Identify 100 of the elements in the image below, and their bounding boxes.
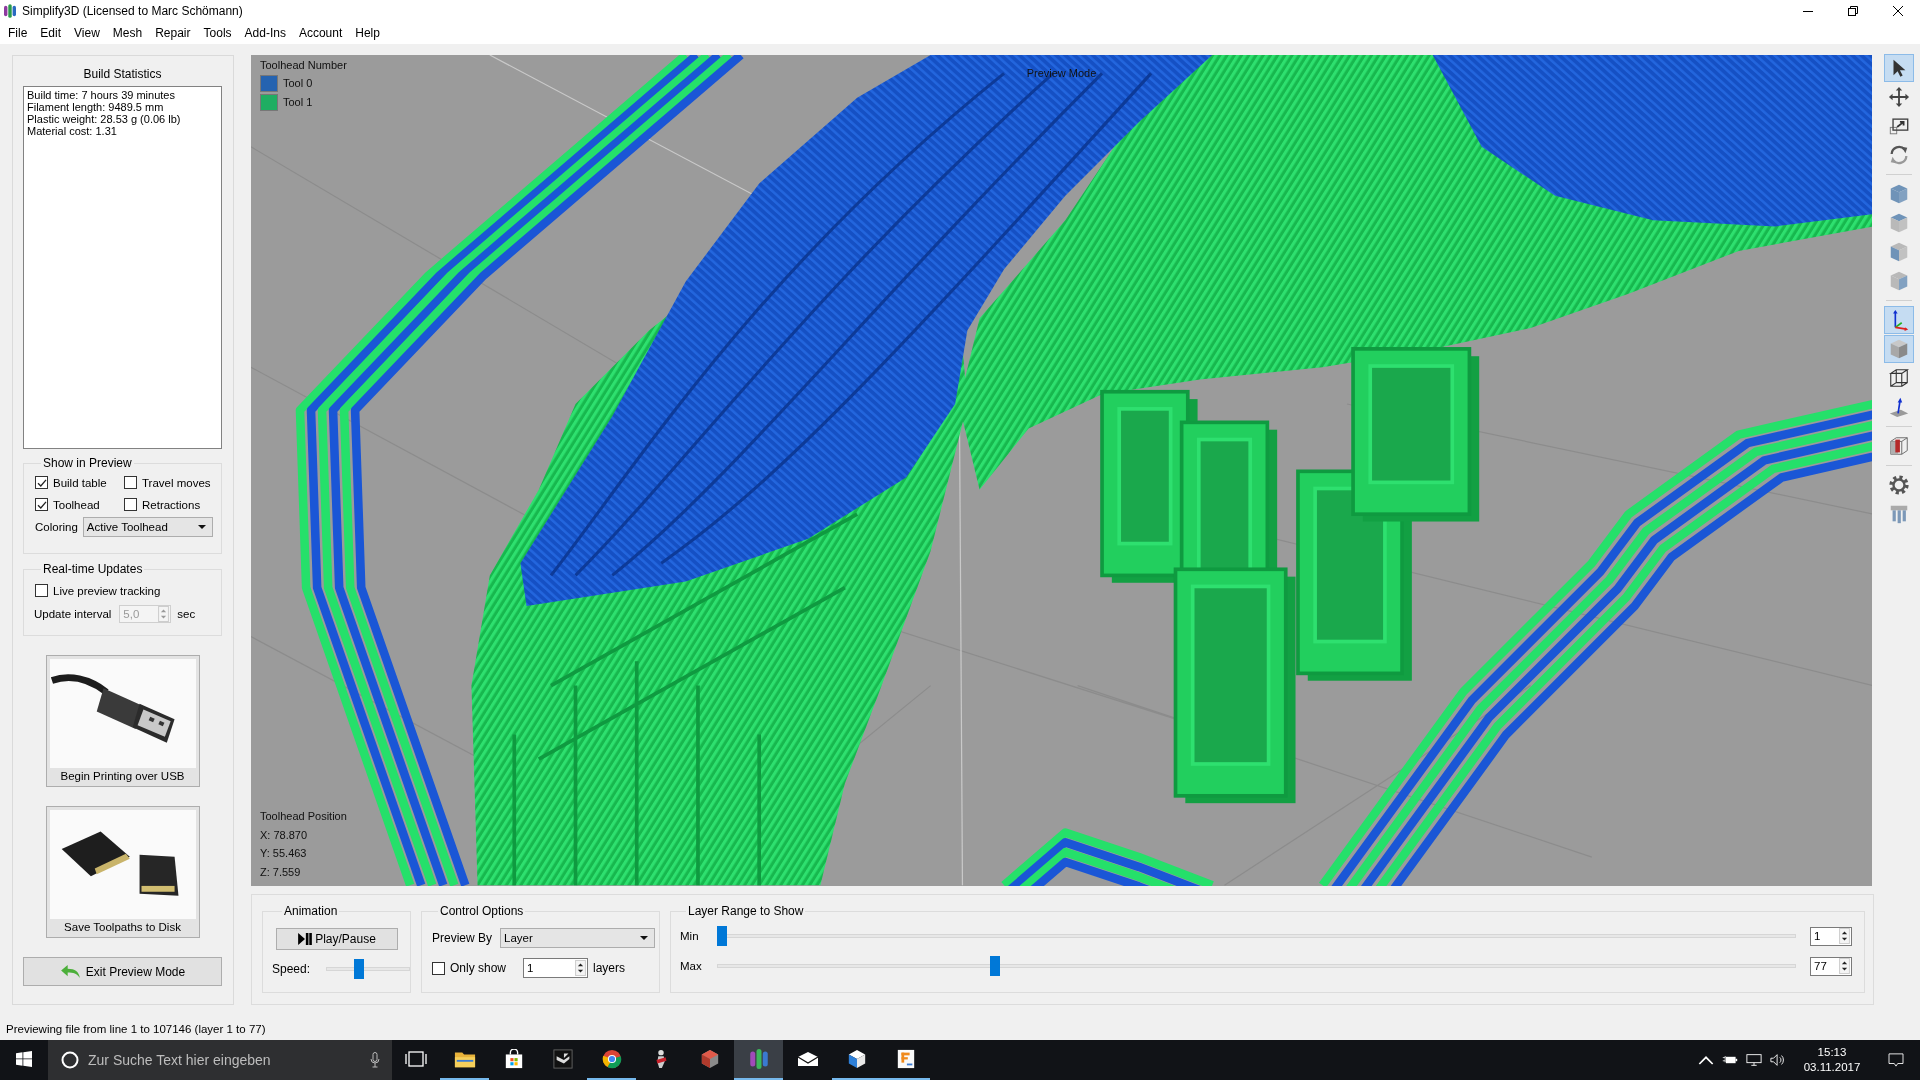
checkbox-label: Live preview tracking bbox=[53, 584, 161, 597]
slider-thumb[interactable] bbox=[354, 959, 365, 979]
menu-item[interactable]: Tools bbox=[196, 24, 238, 42]
scale-icon bbox=[1888, 115, 1910, 137]
group-title: Control Options bbox=[439, 904, 525, 918]
view-cube-icon bbox=[1888, 270, 1910, 292]
slider-label: Min bbox=[680, 930, 700, 942]
app-logo-icon bbox=[4, 4, 16, 18]
caret-icon bbox=[197, 525, 206, 529]
slider-thumb[interactable] bbox=[989, 956, 1000, 976]
coloring-dropdown[interactable]: Active Toolhead bbox=[82, 517, 213, 537]
rotate-icon bbox=[1888, 144, 1910, 166]
coordinate-readout: Y: 55.463 bbox=[260, 846, 308, 861]
envelope-icon bbox=[796, 1049, 819, 1069]
status-text: Previewing file from line 1 to 107146 (layer 1 to 77) bbox=[6, 1023, 266, 1035]
checkbox[interactable] bbox=[432, 961, 445, 975]
spin-arrows-icon bbox=[1839, 958, 1850, 974]
checkbox[interactable] bbox=[35, 476, 48, 489]
menu-item[interactable]: Help bbox=[348, 24, 386, 42]
view-cube-icon bbox=[1888, 241, 1910, 263]
clock[interactable]: 15:13 03.11.2017 bbox=[1802, 1045, 1862, 1075]
position-title: Toolhead Position bbox=[260, 809, 347, 824]
checkbox-label: Retractions bbox=[142, 498, 201, 511]
spin-arrows-icon bbox=[158, 606, 170, 622]
network-icon[interactable] bbox=[1746, 1053, 1762, 1067]
menu-item[interactable]: View bbox=[67, 24, 106, 42]
panel-title: Build Statistics bbox=[82, 67, 163, 81]
checkbox[interactable] bbox=[35, 498, 48, 511]
group-title: Animation bbox=[283, 904, 339, 918]
circle-logo-icon bbox=[600, 1049, 623, 1069]
tool-tile-icon bbox=[551, 1049, 574, 1069]
statistic-line: Material cost: 1.31 bbox=[27, 125, 118, 137]
toolbar-button[interactable] bbox=[1884, 54, 1914, 82]
statistic-line: Filament length: 9489.5 mm bbox=[27, 101, 165, 113]
layer-spinbox[interactable]: 1 bbox=[1810, 926, 1852, 946]
viewport[interactable]: Toolhead Number Tool 0 Tool 1 Preview Mode Toolhead Position X: 78.870 Y: 55.463 Z: 7.559 bbox=[251, 55, 1872, 886]
statistic-line: Plastic weight: 28.53 g (0.06 lb) bbox=[27, 113, 182, 125]
interval-label: Update interval bbox=[34, 608, 112, 620]
menu-item[interactable]: File bbox=[1, 24, 34, 42]
normal-arrow-icon bbox=[1888, 396, 1910, 418]
checkbox-label: Toolhead bbox=[53, 498, 100, 511]
support-pillars-icon bbox=[1888, 503, 1910, 525]
checkmark-icon bbox=[36, 477, 47, 488]
preview-by-label: Preview By bbox=[432, 931, 493, 945]
coloring-label: Coloring bbox=[35, 521, 78, 533]
speed-slider[interactable] bbox=[326, 959, 410, 979]
menu-item[interactable]: Mesh bbox=[105, 24, 149, 42]
legend-label: Tool 0 bbox=[283, 76, 313, 91]
menu-item[interactable]: Account bbox=[291, 24, 349, 42]
menu-item[interactable]: Edit bbox=[33, 24, 68, 42]
restore-icon bbox=[1847, 6, 1858, 16]
spin-arrows-icon bbox=[575, 960, 587, 976]
app-logo-icon bbox=[747, 1049, 770, 1069]
search-icon bbox=[61, 1051, 79, 1069]
windows-logo-icon bbox=[16, 1051, 32, 1067]
window-title: Simplify3D (Licensed to Marc Schömann) bbox=[22, 4, 243, 18]
slider-label: Max bbox=[680, 960, 703, 972]
speed-label: Speed: bbox=[272, 962, 311, 976]
print-over-usb-button[interactable]: Begin Printing over USB bbox=[45, 655, 200, 787]
spin-arrows-icon bbox=[1839, 928, 1850, 944]
checkbox[interactable] bbox=[124, 476, 137, 489]
caret-icon bbox=[640, 936, 649, 940]
layer-slider[interactable] bbox=[717, 926, 1796, 946]
menu-item[interactable]: Add-Ins bbox=[237, 24, 292, 42]
play-pause-button[interactable]: Play/Pause bbox=[276, 928, 398, 950]
layer-spinbox[interactable]: 77 bbox=[1810, 956, 1852, 976]
notifications-icon[interactable] bbox=[1888, 1053, 1904, 1067]
view-cube-icon bbox=[1888, 212, 1910, 234]
legend-label: Tool 1 bbox=[283, 95, 313, 110]
microphone-icon bbox=[370, 1052, 380, 1068]
legend-title: Toolhead Number bbox=[260, 58, 347, 73]
menu-item[interactable]: Repair bbox=[148, 24, 197, 42]
layer-slider[interactable] bbox=[717, 956, 1796, 976]
wireframe-cube-icon bbox=[1888, 367, 1910, 389]
search-field[interactable]: Zur Suche Text hier eingeben bbox=[48, 1040, 392, 1080]
unit-label: layers bbox=[593, 961, 626, 975]
minimize-icon bbox=[1802, 10, 1813, 12]
checkbox-label: Build table bbox=[53, 476, 107, 489]
slider-thumb[interactable] bbox=[717, 926, 727, 946]
group-title: Layer Range to Show bbox=[687, 904, 805, 918]
volume-icon[interactable] bbox=[1770, 1053, 1786, 1067]
solid-cube-icon bbox=[1888, 338, 1910, 360]
group-title: Real-time Updates bbox=[42, 562, 144, 576]
save-to-disk-button[interactable]: Save Toolpaths to Disk bbox=[45, 806, 200, 938]
checkbox[interactable] bbox=[124, 498, 137, 511]
exit-preview-button[interactable]: Exit Preview Mode bbox=[23, 957, 222, 986]
move-icon bbox=[1888, 86, 1910, 108]
cross-section-cube-icon bbox=[1888, 435, 1910, 457]
layer-count-spinbox[interactable]: 1 bbox=[523, 958, 589, 978]
preview-by-dropdown[interactable]: Layer bbox=[500, 928, 656, 948]
unit-label: sec bbox=[177, 608, 196, 620]
back-arrow-icon bbox=[59, 964, 81, 979]
settings-icon bbox=[1888, 474, 1910, 496]
checkmark-icon bbox=[36, 499, 47, 510]
checkbox[interactable] bbox=[35, 584, 48, 597]
play-pause-icon bbox=[298, 933, 313, 945]
checkbox-label: Travel moves bbox=[142, 476, 211, 489]
group-title: Show in Preview bbox=[42, 456, 133, 470]
preview-mode-label: Preview Mode bbox=[1025, 66, 1098, 81]
coordinate-readout: Z: 7.559 bbox=[260, 864, 302, 880]
